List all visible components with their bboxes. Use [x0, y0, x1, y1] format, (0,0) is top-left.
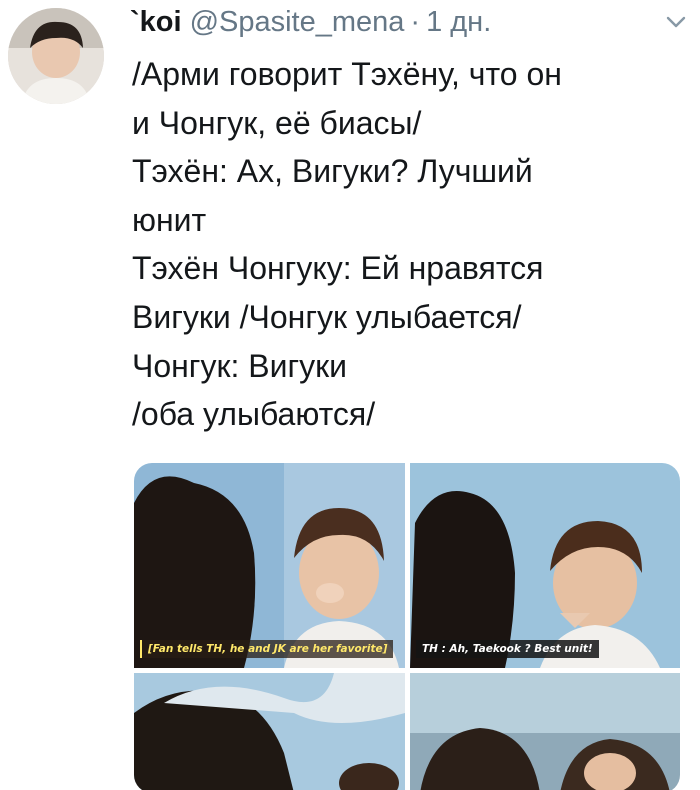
gif-frame [410, 673, 680, 790]
gif-caption: [Fan tells TH, he and JK are her favorit… [140, 640, 394, 658]
tweet-text-line: /оба улыбаются/ [132, 396, 376, 433]
tweet-text-line: /Арми говорит Тэхёну, что он [132, 56, 562, 92]
tweet-text: /Арми говорит Тэхёну, что он и Чонгук, е… [132, 50, 672, 439]
gif-caption: TH : Ah, Taekook ? Best unit! [416, 640, 599, 658]
tweet-text-line: Тэхён: Ах, Вигуки? Лучший [132, 153, 533, 190]
media-image[interactable] [134, 673, 405, 790]
gif-frame [134, 463, 405, 668]
tweet-text-line: юнит [132, 201, 207, 238]
profile-photo [8, 8, 104, 104]
tweet-text-line: Вигуки /Чонгук улыбается/ [132, 298, 522, 335]
gif-frame [410, 463, 680, 668]
tweet-text-line: Тэхён Чонгуку: Ей нравятся [132, 250, 544, 287]
media-grid: [Fan tells TH, he and JK are her favorit… [134, 463, 680, 790]
tweet-text-line: и Чонгук, её биасы/ [132, 104, 422, 141]
chevron-down-icon [666, 16, 686, 28]
tweet-text-line: Чонгук: Вигуки [132, 347, 348, 384]
tweet-timestamp[interactable]: 1 дн. [426, 2, 491, 42]
tweet-header: `koi @Spasite_mena · 1 дн. [130, 2, 700, 46]
gif-frame [134, 673, 405, 790]
separator-dot: · [410, 6, 421, 38]
user-handle[interactable]: @Spasite_mena [190, 2, 405, 42]
display-name[interactable]: `koi [130, 2, 182, 42]
more-menu-button[interactable] [660, 10, 692, 34]
media-image[interactable] [410, 673, 680, 790]
avatar[interactable] [8, 8, 104, 104]
media-image[interactable]: TH : Ah, Taekook ? Best unit! [410, 463, 680, 668]
media-image[interactable]: [Fan tells TH, he and JK are her favorit… [134, 463, 405, 668]
